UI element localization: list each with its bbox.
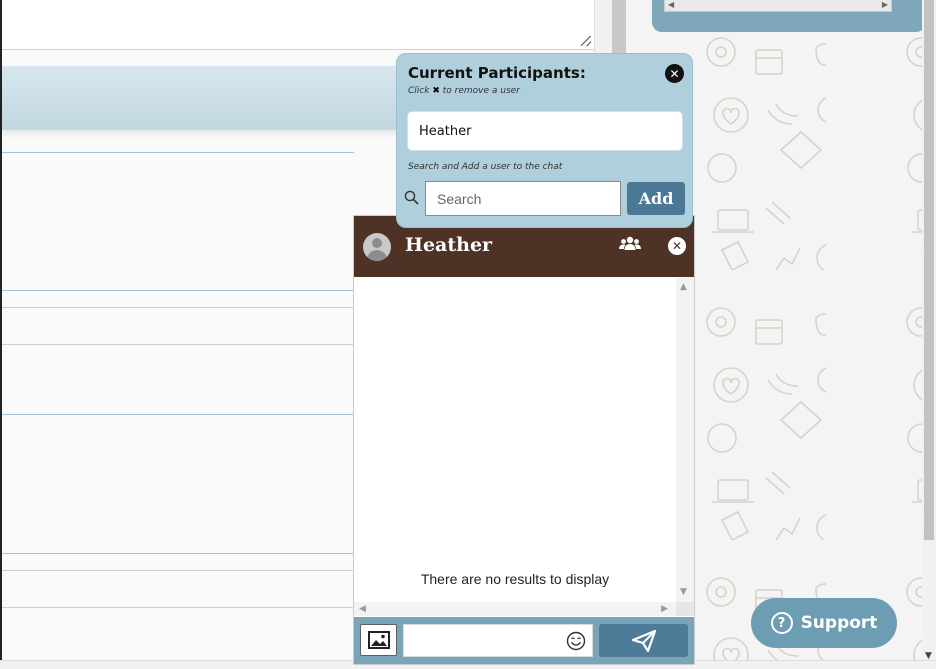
- smiley-icon[interactable]: [566, 631, 586, 651]
- scroll-down-icon[interactable]: ▼: [680, 587, 687, 597]
- remove-user-hint: Click ✖ to remove a user: [408, 86, 520, 96]
- window-scrollbar[interactable]: ▼: [922, 0, 936, 669]
- chat-close-icon[interactable]: ✕: [668, 237, 686, 255]
- chat-window: Heather ✕ There are no results to displa…: [353, 215, 695, 665]
- support-label: Support: [800, 613, 878, 633]
- divider: [2, 344, 354, 345]
- send-button[interactable]: [599, 624, 688, 657]
- user-search-input[interactable]: [425, 181, 621, 216]
- scrollbar-thumb[interactable]: [924, 0, 934, 540]
- support-button[interactable]: ? Support: [751, 598, 897, 648]
- attach-image-button[interactable]: [360, 624, 397, 656]
- resize-handle-icon[interactable]: [581, 36, 591, 46]
- participants-popover: Current Participants: ✕ Click ✖ to remov…: [396, 53, 693, 228]
- scroll-right-icon[interactable]: ▶: [882, 1, 888, 9]
- divider: [2, 414, 354, 415]
- add-user-button[interactable]: Add: [627, 182, 685, 215]
- image-icon: [367, 631, 390, 649]
- divider: [2, 307, 354, 308]
- participant-list: Heather: [407, 111, 683, 151]
- message-horizontal-scrollbar[interactable]: ◀ ▶: [354, 602, 676, 616]
- chat-title: Heather: [405, 234, 493, 256]
- search-icon: [404, 190, 419, 205]
- scroll-left-icon[interactable]: ◀: [668, 1, 674, 9]
- paper-plane-icon: [631, 629, 656, 652]
- top-widget-card: ◀ ▶: [652, 0, 926, 32]
- divider: [2, 607, 354, 608]
- empty-state-text: There are no results to display: [420, 571, 610, 587]
- popover-title: Current Participants:: [408, 64, 586, 82]
- question-circle-icon: ?: [770, 612, 793, 634]
- divider: [2, 553, 354, 554]
- message-input[interactable]: [403, 624, 593, 657]
- popover-close-icon[interactable]: ✕: [665, 64, 684, 83]
- divider: [2, 290, 354, 291]
- scrollbar-corner: [676, 602, 694, 616]
- scroll-left-icon[interactable]: ◀: [359, 604, 366, 614]
- remove-x-icon: ✖: [432, 86, 440, 96]
- divider: [2, 570, 354, 571]
- user-avatar-icon: [363, 233, 391, 261]
- message-vertical-scrollbar[interactable]: ▲ ▼: [676, 277, 694, 602]
- participant-item[interactable]: Heather: [419, 124, 471, 139]
- message-composer: [354, 617, 694, 664]
- message-list: There are no results to display: [354, 277, 676, 602]
- search-hint: Search and Add a user to the chat: [408, 162, 563, 172]
- scroll-right-icon[interactable]: ▶: [661, 604, 668, 614]
- users-group-icon[interactable]: [619, 236, 641, 252]
- scroll-up-icon[interactable]: ▲: [680, 282, 687, 292]
- divider: [2, 152, 354, 153]
- widget-scrollbar[interactable]: ◀ ▶: [664, 0, 892, 12]
- comment-textarea[interactable]: [2, 0, 596, 50]
